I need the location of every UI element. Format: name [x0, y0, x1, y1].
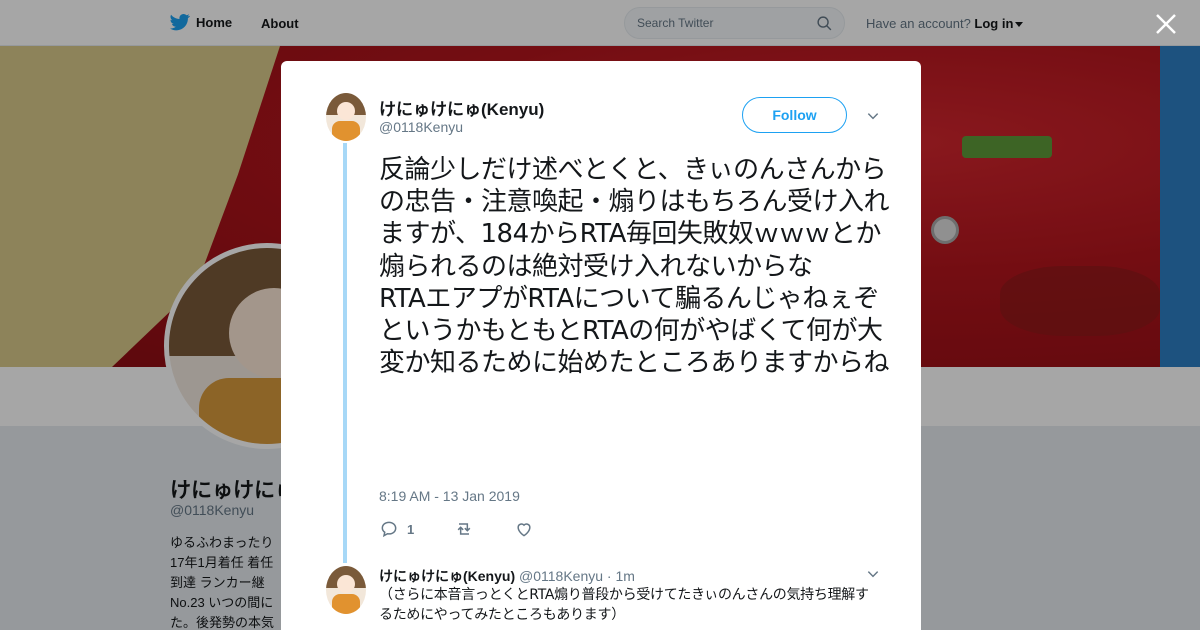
close-icon — [1156, 14, 1176, 34]
close-button[interactable] — [1154, 12, 1178, 36]
reply-author-handle[interactable]: @0118Kenyu — [519, 568, 603, 584]
tweet-author-handle[interactable]: @0118Kenyu — [379, 119, 463, 135]
follow-button[interactable]: Follow — [742, 97, 847, 133]
retweet-icon — [457, 523, 471, 535]
tweet-author-name[interactable]: けにゅけにゅ(Kenyu) — [379, 95, 544, 120]
reply-header: けにゅけにゅ(Kenyu) @0118Kenyu · 1m — [379, 566, 635, 586]
reply-action[interactable]: 1 — [379, 519, 414, 539]
tweet-modal: けにゅけにゅ(Kenyu) @0118Kenyu Follow 反論少しだけ述べ… — [281, 61, 921, 630]
reply-text: （さらに本音言っとくとRTA煽り普段から受けてたきぃのんさんの気持ち理解するため… — [379, 587, 869, 623]
avatar-face — [337, 575, 355, 593]
reply-icon — [381, 521, 397, 538]
like-action[interactable] — [514, 519, 534, 539]
reply-author-name[interactable]: けにゅけにゅ(Kenyu) — [379, 568, 515, 584]
chevron-down-icon[interactable] — [866, 109, 880, 123]
thread-line — [343, 143, 347, 563]
tweet-text: 反論少しだけ述べとくと、きぃのんさんからの忠告・注意喚起・煽りはもちろん受け入れ… — [379, 155, 890, 379]
tweet-avatar[interactable] — [326, 93, 366, 141]
reply-count: 1 — [407, 521, 415, 537]
avatar-face — [337, 102, 355, 120]
reply-age[interactable]: · 1m — [607, 568, 635, 584]
tweet-actions: 1 — [379, 519, 574, 539]
chevron-down-icon[interactable] — [866, 567, 880, 581]
reply-avatar[interactable] — [326, 566, 366, 614]
avatar-coat — [332, 594, 360, 614]
avatar-coat — [332, 121, 360, 141]
retweet-action[interactable] — [454, 519, 474, 539]
tweet-timestamp[interactable]: 8:19 AM - 13 Jan 2019 — [379, 488, 520, 504]
like-icon — [517, 523, 531, 537]
